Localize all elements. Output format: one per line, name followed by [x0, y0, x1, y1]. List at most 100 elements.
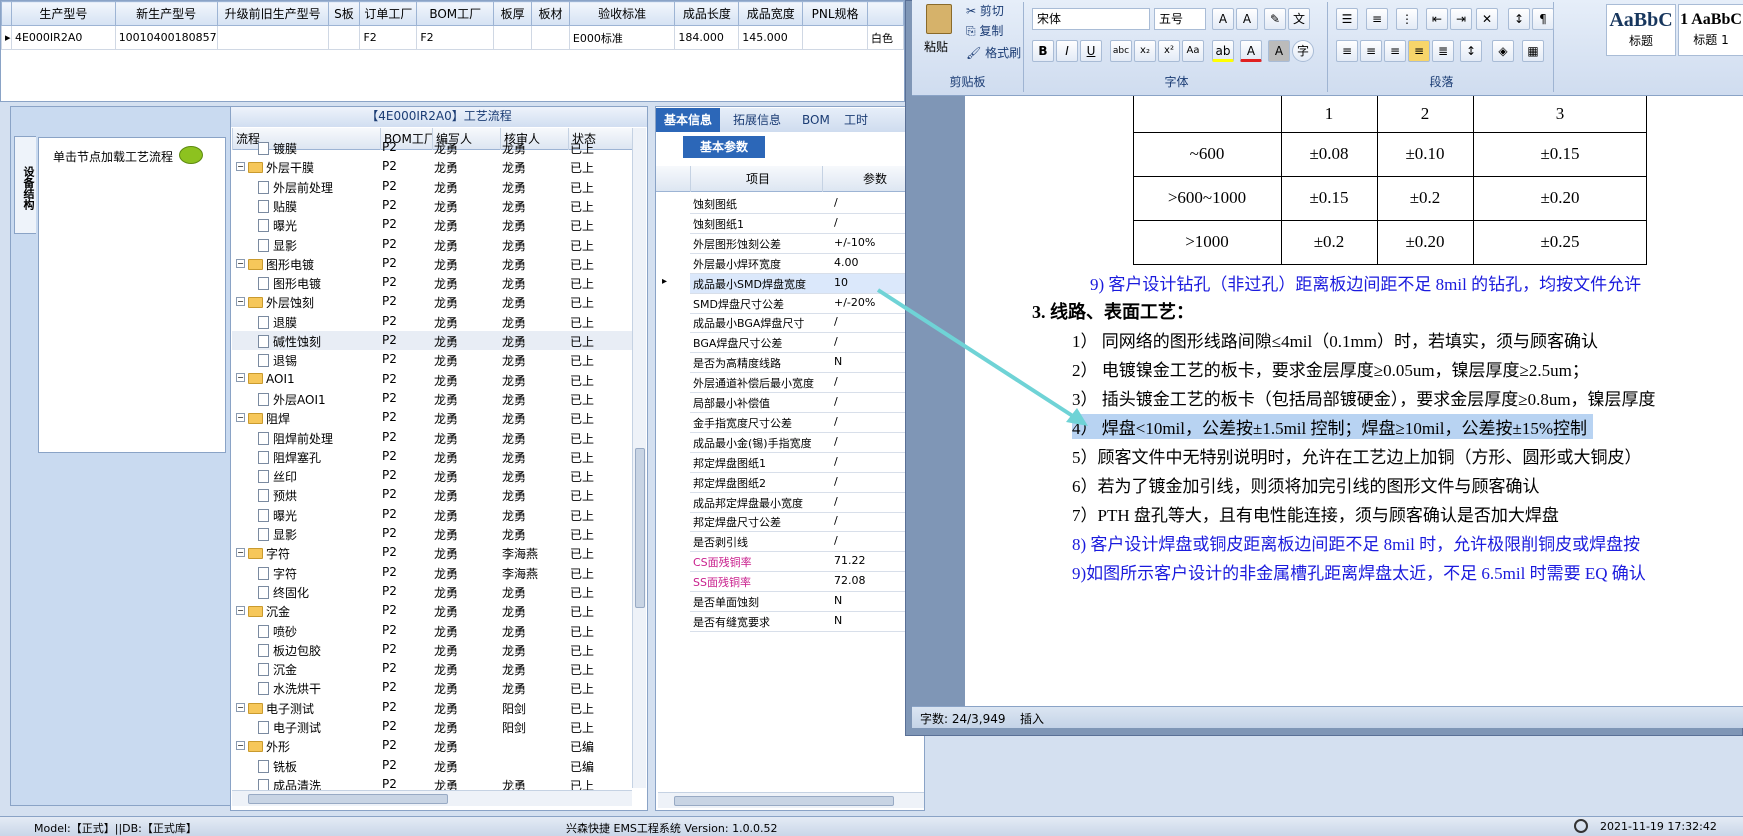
- grid-col-header[interactable]: 板材: [531, 1, 570, 26]
- line-spacing-icon[interactable]: ↕: [1460, 40, 1482, 62]
- paste-button[interactable]: 粘贴: [922, 2, 958, 60]
- tab-work-hours[interactable]: 工时: [836, 108, 876, 132]
- doc-line-4-selected[interactable]: 4） 焊盘<10mil，公差按±1.5mil 控制；焊盘≥10mil，公差按±1…: [1072, 414, 1593, 439]
- grid-data-row[interactable]: ▸ 4E000IR2A0 10010400180857 F2 F2 E000标准 184.0…: [1, 25, 905, 50]
- prop-row[interactable]: 蚀刻图纸 /: [690, 194, 918, 214]
- prop-horizontal-scrollbar[interactable]: [658, 792, 924, 808]
- prop-value[interactable]: /: [834, 495, 914, 508]
- prop-value[interactable]: 71.22: [834, 554, 914, 567]
- collapse-icon[interactable]: −: [236, 741, 245, 751]
- tree-row[interactable]: − 外形 P2 龙勇 已编: [232, 736, 632, 755]
- font-name-select[interactable]: 宋体: [1032, 8, 1150, 30]
- tree-row[interactable]: 字符 P2 龙勇 李海燕 已上: [232, 563, 632, 582]
- show-marks-icon[interactable]: ¶: [1532, 8, 1554, 30]
- insert-mode[interactable]: 插入: [1020, 710, 1044, 727]
- tree-row[interactable]: 板边包胶 P2 龙勇 龙勇 已上: [232, 640, 632, 659]
- prop-row[interactable]: 邦定焊盘图纸1 /: [690, 453, 918, 473]
- prop-value[interactable]: N: [834, 614, 914, 627]
- tree-row[interactable]: − 电子测试 P2 龙勇 阳剑 已上: [232, 698, 632, 717]
- sub-tab-basic-params[interactable]: 基本参数: [683, 136, 765, 158]
- sort-icon[interactable]: ↕: [1508, 8, 1530, 30]
- grid-cell[interactable]: [493, 25, 533, 50]
- grid-cell[interactable]: [327, 25, 361, 50]
- col-header-item[interactable]: 项目: [690, 166, 822, 192]
- grid-cell[interactable]: E000标准: [568, 25, 676, 50]
- tab-basic-info[interactable]: 基本信息: [656, 108, 721, 132]
- node-hint-box[interactable]: 单击节点加载工艺流程: [38, 137, 226, 453]
- tree-row[interactable]: − 沉金 P2 龙勇 龙勇 已上: [232, 601, 632, 620]
- collapse-icon[interactable]: −: [236, 548, 245, 558]
- prop-row[interactable]: 是否单面蚀刻 N: [690, 592, 918, 612]
- prop-value[interactable]: N: [834, 594, 914, 607]
- grid-cell[interactable]: 10010400180857: [114, 25, 218, 50]
- tree-row[interactable]: 阻焊塞孔 P2 龙勇 龙勇 已上: [232, 447, 632, 466]
- grid-col-header[interactable]: 板厚: [493, 1, 533, 26]
- grid-col-header-overflow[interactable]: [866, 1, 905, 26]
- align-center-icon[interactable]: ≡: [1360, 40, 1382, 62]
- prop-value[interactable]: /: [834, 534, 914, 547]
- tree-row[interactable]: 曝光 P2 龙勇 龙勇 已上: [232, 505, 632, 524]
- tree-row[interactable]: 沉金 P2 龙勇 龙勇 已上: [232, 659, 632, 678]
- tree-row[interactable]: 电子测试 P2 龙勇 阳剑 已上: [232, 717, 632, 736]
- tab-bom[interactable]: BOM: [794, 108, 838, 132]
- tree-row[interactable]: 贴膜 P2 龙勇 龙勇 已上: [232, 196, 632, 215]
- tree-row[interactable]: 外层前处理 P2 龙勇 龙勇 已上: [232, 177, 632, 196]
- prop-row[interactable]: SS面残铜率 72.08: [690, 572, 918, 593]
- tree-row[interactable]: 碱性蚀刻 P2 龙勇 龙勇 已上: [232, 331, 632, 350]
- grid-cell[interactable]: [531, 25, 570, 50]
- collapse-icon[interactable]: −: [236, 606, 245, 616]
- tree-row[interactable]: 显影 P2 龙勇 龙勇 已上: [232, 524, 632, 543]
- tree-row[interactable]: 显影 P2 龙勇 龙勇 已上: [232, 235, 632, 254]
- grid-col-header[interactable]: 成品长度: [674, 1, 740, 26]
- prop-row[interactable]: CS面残铜率 71.22: [690, 552, 918, 573]
- superscript-icon[interactable]: x²: [1158, 40, 1180, 62]
- tree-row[interactable]: − AOI1 P2 龙勇 龙勇 已上: [232, 370, 632, 389]
- collapse-icon[interactable]: −: [236, 702, 245, 712]
- grid-cell[interactable]: [216, 25, 329, 50]
- grid-col-header[interactable]: 新生产型号: [114, 1, 218, 26]
- collapse-icon[interactable]: −: [236, 413, 245, 423]
- distributed-icon[interactable]: ≣: [1432, 40, 1454, 62]
- align-left-icon[interactable]: ≡: [1336, 40, 1358, 62]
- prop-value[interactable]: 4.00: [834, 256, 914, 269]
- tree-row[interactable]: 退膜 P2 龙勇 龙勇 已上: [232, 312, 632, 331]
- grid-col-header[interactable]: S板: [327, 1, 361, 26]
- prop-row[interactable]: 邦定焊盘图纸2 /: [690, 473, 918, 493]
- grid-col-header[interactable]: BOM工厂: [416, 1, 495, 26]
- prop-row[interactable]: 是否剥引线 /: [690, 532, 918, 553]
- borders-icon[interactable]: ▦: [1522, 40, 1544, 62]
- shading-icon[interactable]: ◈: [1492, 40, 1514, 62]
- cut-button[interactable]: ✂ 剪切: [966, 2, 1004, 19]
- prop-row[interactable]: 外层图形蚀刻公差 +/-10%: [690, 234, 918, 254]
- tab-equipment-structure[interactable]: 设备结构: [14, 136, 36, 234]
- prop-row[interactable]: 蚀刻图纸1 /: [690, 214, 918, 234]
- collapse-icon[interactable]: −: [236, 297, 245, 307]
- underline-icon[interactable]: U: [1080, 40, 1102, 62]
- format-painter-button[interactable]: 🖌 格式刷: [966, 44, 1021, 61]
- prop-row[interactable]: 是否有缝宽要求 N: [690, 612, 918, 632]
- grid-col-header[interactable]: 升级前旧生产型号: [216, 1, 329, 26]
- prop-row[interactable]: 成品邦定焊盘最小宽度 /: [690, 493, 918, 513]
- font-color-icon[interactable]: A: [1240, 40, 1262, 62]
- tree-row[interactable]: 铣板 P2 龙勇 已编: [232, 756, 632, 775]
- prop-value[interactable]: /: [834, 455, 914, 468]
- align-right-icon[interactable]: ≡: [1384, 40, 1406, 62]
- tree-row[interactable]: − 阻焊 P2 龙勇 龙勇 已上: [232, 408, 632, 427]
- numbering-icon[interactable]: ≡: [1366, 8, 1388, 30]
- tree-row[interactable]: 镀膜 P2 龙勇 龙勇 已上: [232, 138, 632, 157]
- clear-format-icon[interactable]: ✎: [1264, 8, 1286, 30]
- grid-col-header[interactable]: 成品宽度: [738, 1, 804, 26]
- word-count[interactable]: 字数: 24/3,949: [920, 710, 1006, 727]
- tree-horizontal-scrollbar[interactable]: [232, 790, 632, 806]
- grow-font-icon[interactable]: A: [1212, 8, 1234, 30]
- tree-row[interactable]: 丝印 P2 龙勇 龙勇 已上: [232, 466, 632, 485]
- grid-col-header[interactable]: 生产型号: [10, 1, 116, 26]
- grid-cell[interactable]: F2: [359, 25, 418, 50]
- grid-cell[interactable]: F2: [416, 25, 495, 50]
- style-heading[interactable]: AaBbC 标题: [1606, 4, 1676, 56]
- tree-row[interactable]: − 字符 P2 龙勇 李海燕 已上: [232, 543, 632, 562]
- prop-value[interactable]: /: [834, 514, 914, 527]
- collapse-icon[interactable]: −: [236, 258, 245, 268]
- grid-cell[interactable]: [802, 25, 868, 50]
- copy-button[interactable]: ⎘ 复制: [966, 22, 1003, 39]
